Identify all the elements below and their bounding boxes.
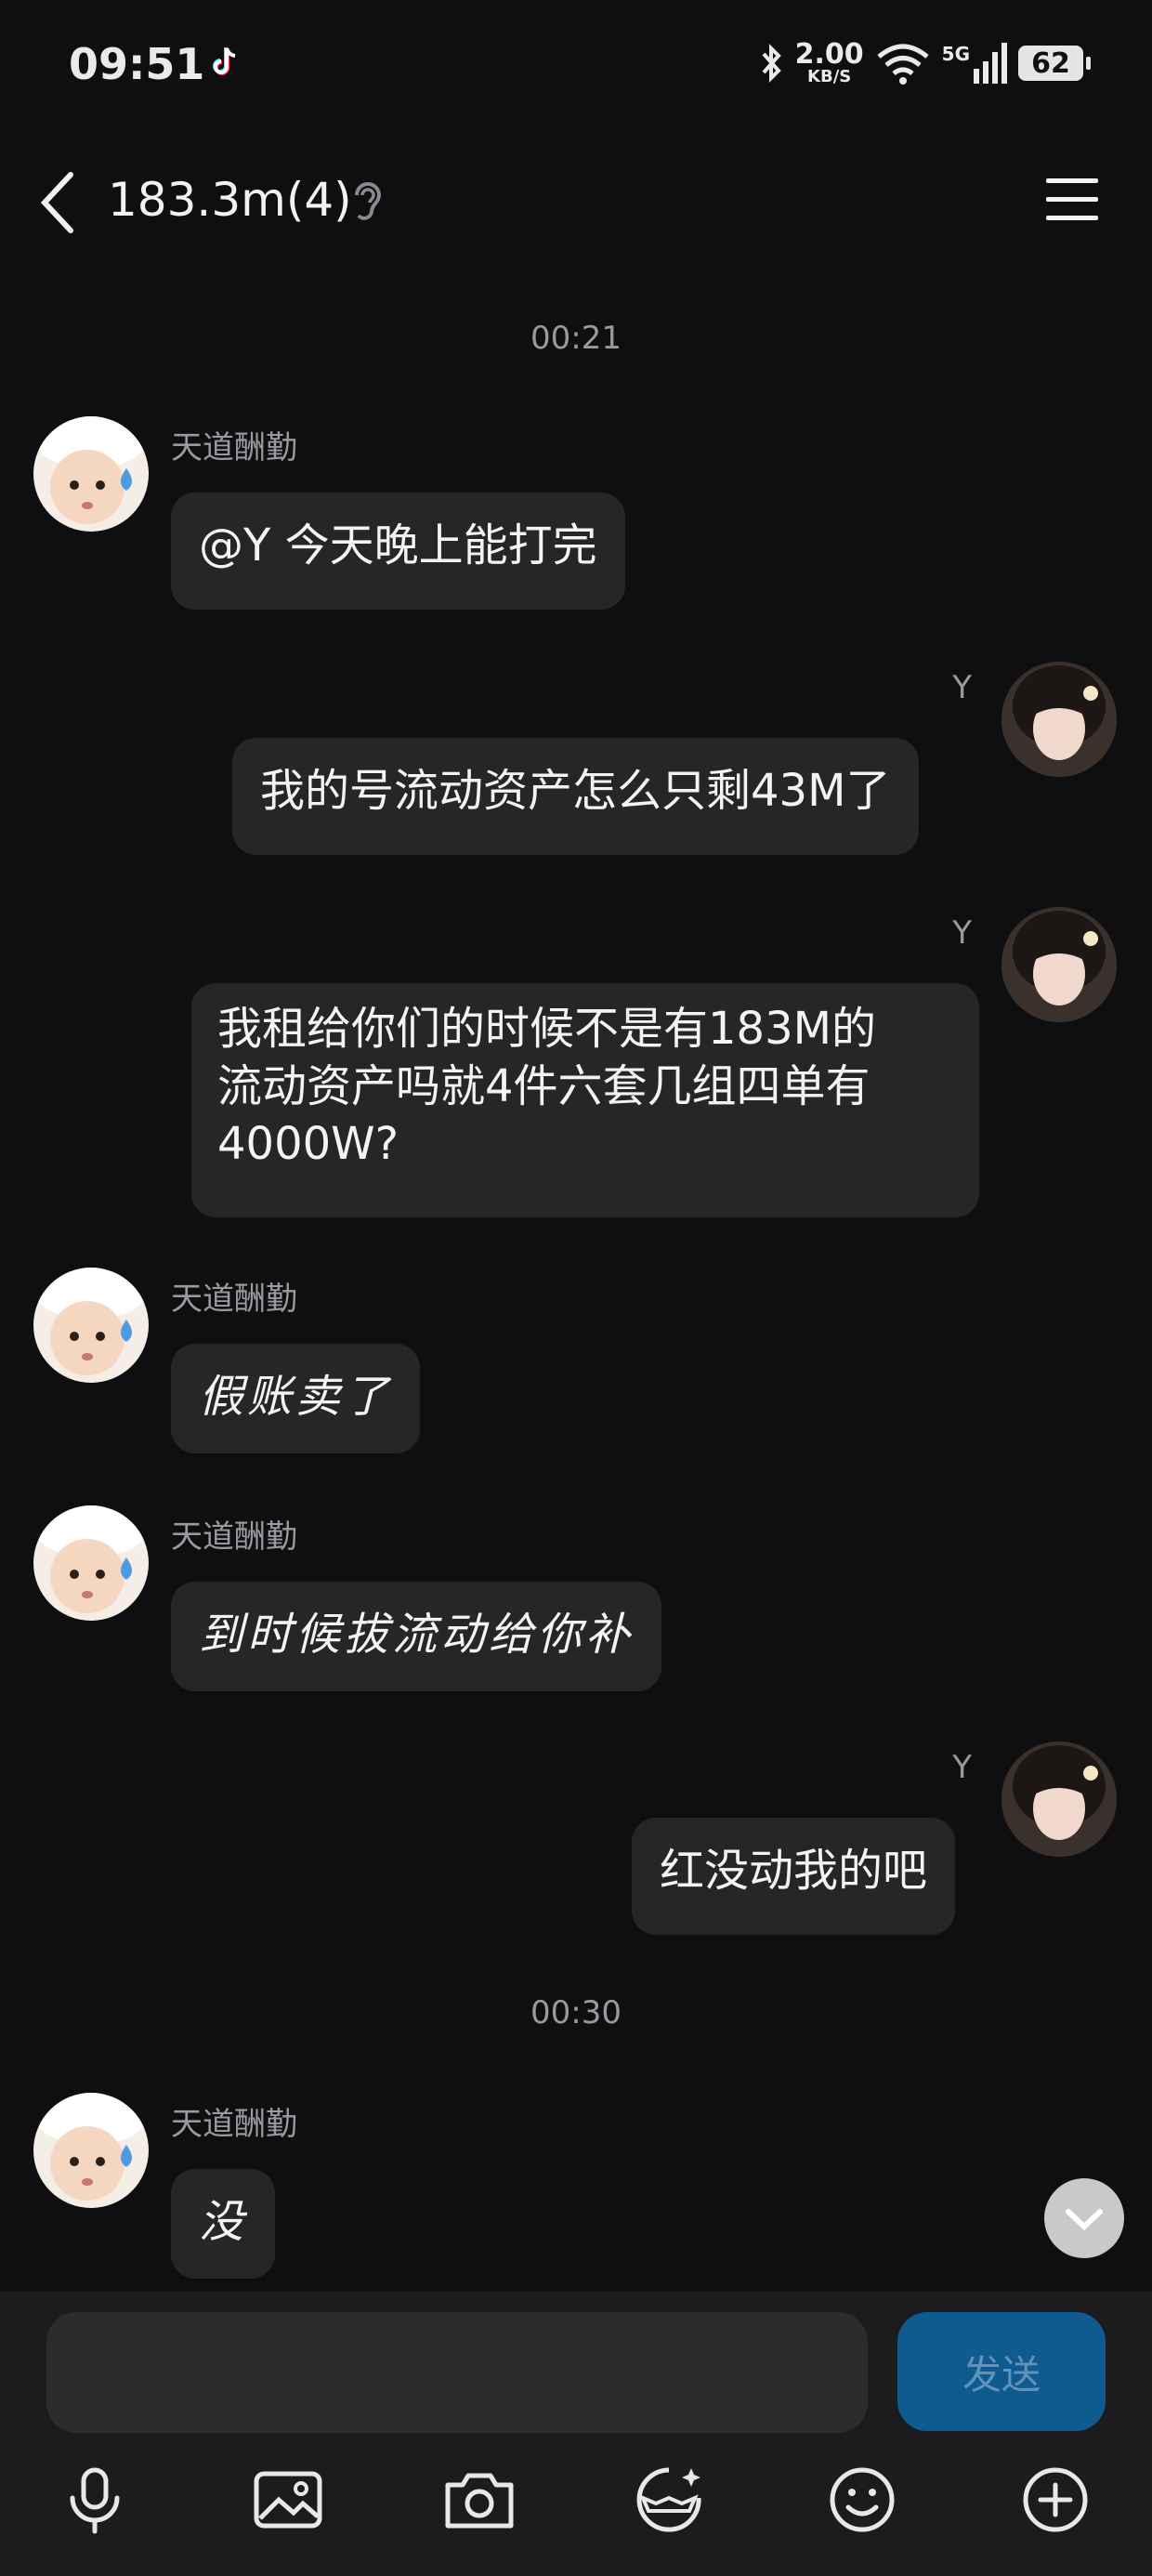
scroll-down-button[interactable] <box>1044 2178 1124 2258</box>
sender-name: 天道酬勤 <box>171 429 297 467</box>
network-speed: 2.00 KB/S <box>794 38 864 86</box>
timestamp: 00:21 <box>530 320 622 357</box>
menu-icon[interactable] <box>1042 175 1102 223</box>
avatar-y[interactable] <box>1001 1741 1117 1857</box>
image-icon[interactable] <box>251 2463 325 2537</box>
sender-name: 天道酬勤 <box>171 2106 297 2143</box>
message-bubble[interactable]: 红没动我的吧 <box>632 1818 956 1935</box>
message-line: 我租给你们的时候不是有183M的 <box>217 1003 877 1055</box>
message-bubble[interactable]: @Y 今天晚上能打完 <box>171 493 625 610</box>
status-right: 2.00 KB/S 5G 62 <box>760 37 1091 89</box>
battery-indicator: 62 <box>1018 46 1091 81</box>
status-time: 09:51 <box>69 39 205 89</box>
sticker-icon[interactable] <box>632 2463 706 2537</box>
hearing-icon[interactable] <box>349 178 386 225</box>
chevron-down-icon <box>1066 2209 1103 2231</box>
camera-icon[interactable] <box>442 2463 517 2537</box>
signal-5g: 5G <box>942 43 1007 84</box>
message-bubble[interactable]: 没 <box>171 2169 276 2279</box>
sender-name: Y <box>952 914 972 952</box>
avatar-baby[interactable] <box>33 416 149 532</box>
sender-name: Y <box>952 1749 972 1786</box>
avatar-baby[interactable] <box>33 1268 149 1383</box>
microphone-icon[interactable] <box>58 2463 132 2537</box>
message-input[interactable] <box>46 2312 868 2433</box>
sender-name: Y <box>952 669 972 706</box>
sender-name: 天道酬勤 <box>171 1281 297 1318</box>
sender-name: 天道酬勤 <box>171 1518 297 1556</box>
send-button[interactable]: 发送 <box>897 2312 1106 2431</box>
message-line: 4000W? <box>217 1118 399 1170</box>
avatar-baby[interactable] <box>33 1505 149 1621</box>
avatar-baby[interactable] <box>33 2093 149 2208</box>
emoji-icon[interactable] <box>825 2463 899 2537</box>
chat-title: 183.3m(4) <box>108 173 352 227</box>
avatar-y[interactable] <box>1001 907 1117 1022</box>
bluetooth-icon <box>762 44 781 83</box>
message-bubble[interactable]: 我租给你们的时候不是有183M的 流动资产吗就4件六套几组四单有 4000W? <box>191 983 979 1217</box>
message-bubble[interactable]: 到时候拔流动给你补 <box>171 1582 662 1691</box>
tiktok-icon <box>213 47 236 75</box>
timestamp: 00:30 <box>530 1994 622 2031</box>
message-bubble[interactable]: 我的号流动资产怎么只剩43M了 <box>232 738 919 855</box>
message-line: 流动资产吗就4件六套几组四单有 <box>217 1060 871 1112</box>
message-bubble[interactable]: 假账卖了 <box>171 1344 421 1453</box>
signal-icon <box>974 43 1007 84</box>
back-arrow-icon[interactable] <box>37 169 82 236</box>
plus-icon[interactable] <box>1018 2463 1093 2537</box>
avatar-y[interactable] <box>1001 662 1117 777</box>
wifi-icon <box>877 44 929 85</box>
